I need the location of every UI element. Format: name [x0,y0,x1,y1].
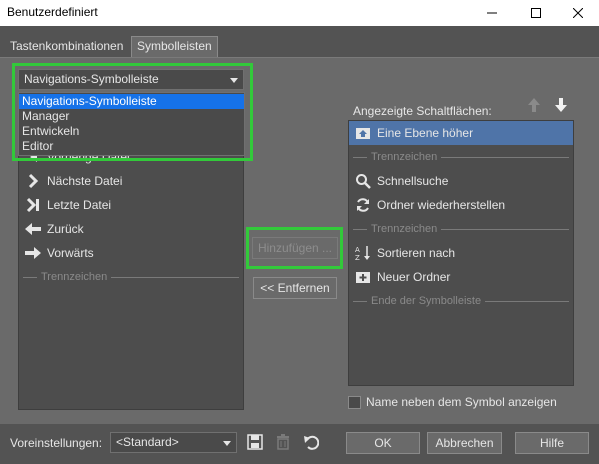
move-down-button[interactable] [553,97,569,113]
list-item-new-folder[interactable]: Neuer Ordner [349,265,573,289]
list-item-sort-by[interactable]: AZ Sortieren nach [349,241,573,265]
list-item-separator[interactable]: Trennzeichen [353,145,569,169]
last-file-icon [23,197,43,213]
delete-preset-button[interactable] [274,433,292,451]
chevron-down-icon [223,441,231,446]
svg-text:Z: Z [355,254,360,261]
trash-icon [277,434,289,450]
close-icon [573,8,583,18]
minimize-button[interactable] [470,0,514,26]
forward-arrow-icon [23,245,43,261]
list-item-folder-up[interactable]: Eine Ebene höher [349,121,573,145]
list-item-restore-folder[interactable]: Ordner wiederherstellen [349,193,573,217]
help-button[interactable]: Hilfe [515,432,589,454]
list-item-separator[interactable]: Trennzeichen [353,217,569,241]
svg-text:A: A [355,246,360,254]
list-item-back[interactable]: Zurück [19,217,243,241]
list-item-forward[interactable]: Vorwärts [19,241,243,265]
cancel-button[interactable]: Abbrechen [427,432,502,454]
new-folder-icon [353,269,373,285]
arrow-up-icon [528,98,540,112]
presets-label: Voreinstellungen: [10,436,103,450]
ok-button[interactable]: OK [346,432,420,454]
maximize-icon [531,8,541,18]
displayed-buttons-list[interactable]: Eine Ebene höher Trennzeichen Schnellsuc… [348,120,574,386]
list-item-separator[interactable]: Trennzeichen [23,265,239,289]
close-button[interactable] [556,0,599,26]
undo-icon [304,435,319,450]
list-item-end-of-toolbar[interactable]: Ende der Symbolleiste [353,289,569,313]
displayed-buttons-heading: Angezeigte Schaltflächen: [353,104,492,118]
tab-tastenkombinationen[interactable]: Tastenkombinationen [5,37,128,57]
minimize-icon [487,12,497,14]
folder-up-icon [353,125,373,141]
list-item-quick-search[interactable]: Schnellsuche [349,169,573,193]
highlight-box-dropdown [12,63,253,161]
reset-preset-button[interactable] [302,433,320,451]
list-item-next-file[interactable]: Nächste Datei [19,169,243,193]
presets-select[interactable]: <Standard> [110,432,237,453]
show-name-label[interactable]: Name neben dem Symbol anzeigen [366,395,557,409]
refresh-icon [353,197,373,213]
add-button[interactable]: Hinzufügen ... [252,237,338,259]
show-name-checkbox[interactable] [348,396,361,409]
save-icon [247,434,263,450]
title-bar: Benutzerdefiniert [0,0,599,26]
tab-symbolleisten[interactable]: Symbolleisten [131,36,218,57]
move-up-button[interactable] [526,97,542,113]
save-preset-button[interactable] [246,433,264,451]
sort-az-icon: AZ [353,245,373,261]
maximize-button[interactable] [514,0,558,26]
next-file-icon [23,173,43,189]
search-icon [353,173,373,189]
remove-button[interactable]: << Entfernen [253,277,337,299]
window-title: Benutzerdefiniert [7,5,98,19]
list-item-last-file[interactable]: Letzte Datei [19,193,243,217]
arrow-down-icon [555,98,567,112]
back-arrow-icon [23,221,43,237]
